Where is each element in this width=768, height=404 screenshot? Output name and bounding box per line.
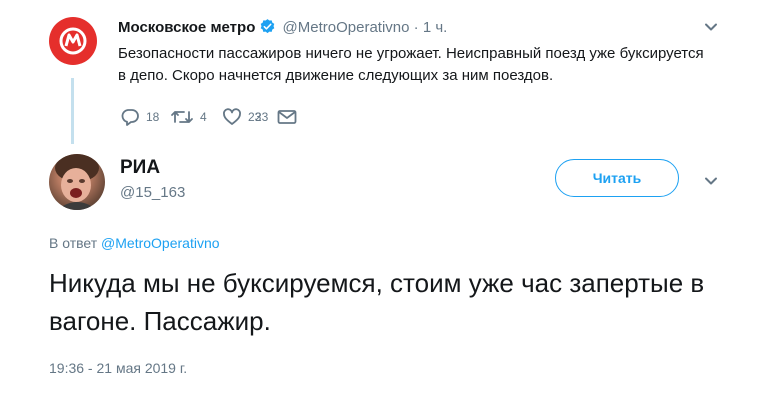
parent-timestamp[interactable]: 1 ч. [423,19,448,36]
verified-badge-icon [259,18,276,39]
follow-button[interactable]: Читать [555,159,679,197]
retweet-count: 4 [200,110,207,124]
reply-count: 18 [146,110,160,124]
reply-handle[interactable]: @15_163 [120,184,185,201]
message-action[interactable] [277,108,297,126]
parent-tweet-text: Безопасности пассажиров ничего не угрожа… [118,45,704,84]
reply-avatar[interactable] [49,154,105,210]
parent-more-menu-chevron-icon[interactable] [704,20,718,39]
reply-tweet-text: Никуда мы не буксируемся, стоим уже час … [49,268,705,336]
thread-connector-line [71,78,74,144]
reply-timestamp[interactable]: 19:36 - 21 мая 2019 г. [49,360,187,376]
parent-handle[interactable]: @MetroOperativno [283,19,410,36]
parent-display-name[interactable]: Московское метро [118,19,255,36]
dm-count: 23 [255,110,269,124]
reply-icon [121,109,139,126]
reply-display-name[interactable]: РИА [120,157,160,179]
metro-logo-icon [59,27,87,55]
in-reply-prefix: В ответ [49,235,98,251]
retweet-action[interactable]: 4 [170,108,207,126]
reply-action[interactable]: 18 [120,108,159,126]
avatar-portrait-icon [55,154,99,210]
retweet-icon [171,111,193,123]
in-reply-handle-link[interactable]: @MetroOperativno [101,235,219,251]
envelope-icon [277,110,297,124]
time-separator: · [413,19,419,36]
direct-message-action[interactable]: 23 [255,108,274,126]
heart-icon [223,108,241,125]
in-reply-to: В ответ @MetroOperativno [49,235,220,251]
reply-more-menu-chevron-icon[interactable] [704,174,718,193]
parent-avatar[interactable] [49,17,97,65]
parent-tweet-header: Московское метро @MetroOperativno · 1 ч. [118,18,447,39]
